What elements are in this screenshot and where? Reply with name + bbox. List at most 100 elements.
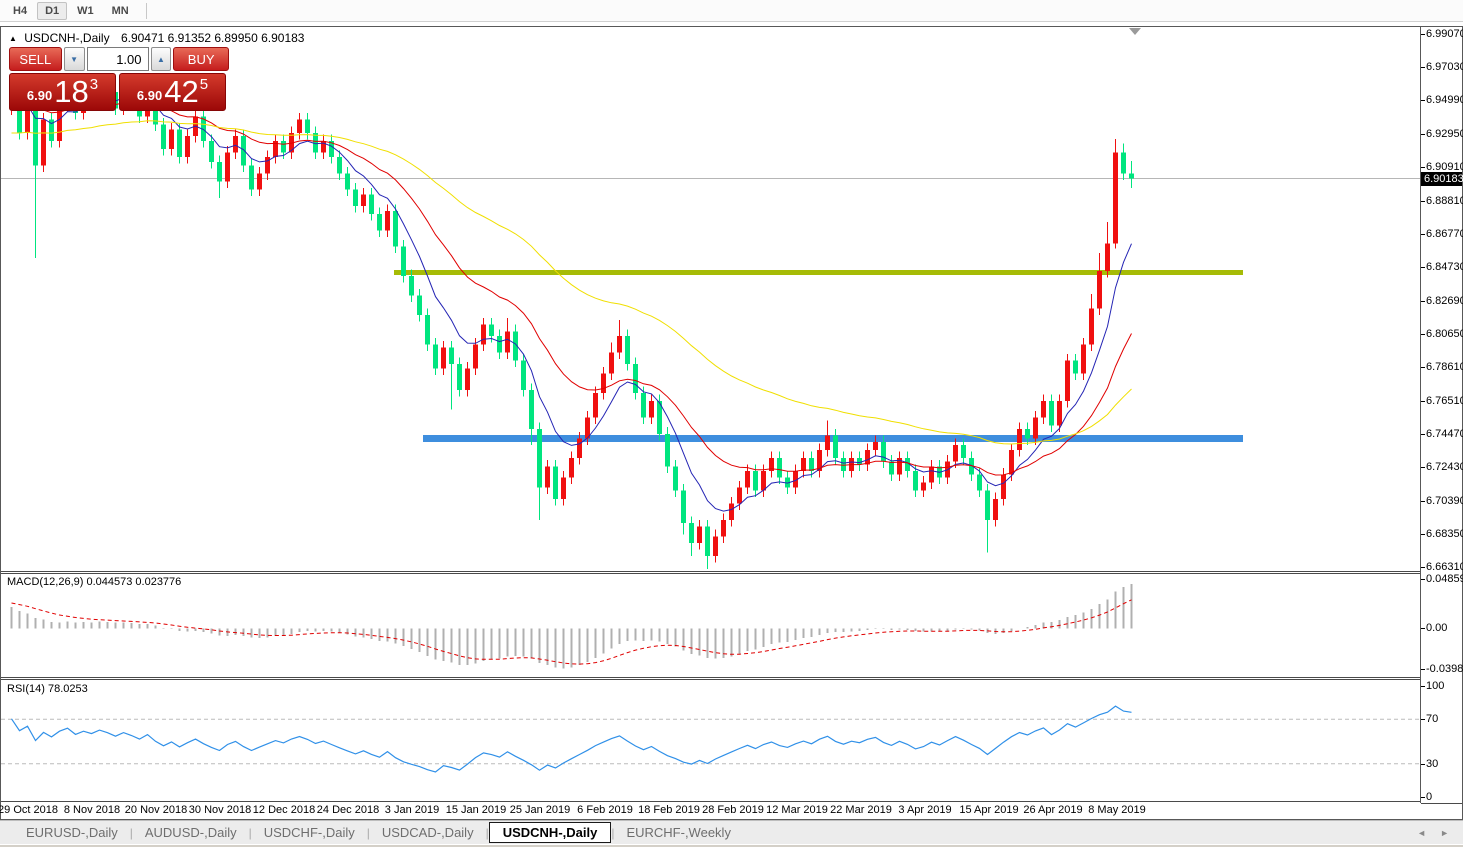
date-axis-label: 15 Jan 2019 [446,804,507,816]
price-axis-label: -0.039856 [1426,663,1463,675]
timeframe-button-h4[interactable]: H4 [5,2,35,20]
price-axis-label: 0.00 [1426,622,1447,634]
date-axis-label: 8 May 2019 [1088,804,1145,816]
axis-tick-mark [1421,401,1425,402]
date-axis-label: 22 Mar 2019 [830,804,892,816]
chart-shift-marker-icon[interactable] [1129,28,1141,35]
macd-indicator-pane[interactable] [1,574,1421,677]
price-axis[interactable]: 6.990706.970306.949906.929506.909106.888… [1420,27,1462,803]
axis-tick-mark [1421,567,1425,568]
price-axis-label: 30 [1426,758,1438,770]
collapse-chart-icon[interactable]: ▲ [9,34,17,43]
axis-tick-mark [1421,434,1425,435]
price-axis-label: 6.92950 [1426,128,1463,140]
tab-usdchf[interactable]: USDCHF-,Daily [252,823,367,842]
price-axis-label: 6.88810 [1426,195,1463,207]
one-click-trade-panel: SELL ▼ ▲ BUY 6.90 18 3 6.90 42 5 [9,47,229,111]
tab-scroll-arrows: ◄ ► [1417,828,1449,838]
price-axis-label: 6.76510 [1426,395,1463,407]
price-axis-label: 0 [1426,791,1432,803]
tab-eurusd[interactable]: EURUSD-,Daily [14,823,130,842]
timeframe-buttons: H4D1W1MN [4,2,138,20]
tab-eurchf[interactable]: EURCHF-,Weekly [614,823,743,842]
axis-tick-mark [1421,797,1425,798]
axis-tick-mark [1421,686,1425,687]
volume-decrease-button[interactable]: ▼ [64,47,85,71]
timeframe-button-d1[interactable]: D1 [37,2,67,20]
rsi-line [12,706,1132,772]
toolbar-separator [146,3,147,19]
sell-price-prefix: 6.90 [27,88,52,103]
price-axis-label: 6.84730 [1426,261,1463,273]
price-axis-label: 6.70390 [1426,495,1463,507]
price-axis-label: 6.66310 [1426,561,1463,573]
date-axis-label: 3 Apr 2019 [898,804,951,816]
price-axis-label: 6.97030 [1426,61,1463,73]
axis-tick-mark [1421,579,1425,580]
price-axis-label: 0.048594 [1426,573,1463,585]
axis-tick-mark [1421,628,1425,629]
axis-tick-mark [1421,100,1425,101]
chart-title: ▲ USDCNH-,Daily 6.90471 6.91352 6.89950 … [9,31,304,45]
date-axis-label: 26 Apr 2019 [1023,804,1082,816]
price-axis-label: 6.99070 [1426,28,1463,40]
price-axis-label: 6.94990 [1426,94,1463,106]
axis-tick-mark [1421,34,1425,35]
sell-price-big-digits: 18 [54,77,88,107]
level-line-resistance-olive [394,270,1243,275]
price-axis-label: 6.68350 [1426,528,1463,540]
volume-input[interactable] [87,47,149,71]
price-axis-label: 6.86770 [1426,228,1463,240]
current-price-tag: 6.90183 [1421,172,1462,186]
price-axis-label: 70 [1426,713,1438,725]
axis-tick-mark [1421,234,1425,235]
date-axis-label: 15 Apr 2019 [959,804,1018,816]
tab-audusd[interactable]: AUDUSD-,Daily [133,823,249,842]
tab-usdcad[interactable]: USDCAD-,Daily [370,823,486,842]
chart-window[interactable]: ▲ USDCNH-,Daily 6.90471 6.91352 6.89950 … [0,26,1463,820]
date-axis-label: 28 Feb 2019 [702,804,764,816]
sell-button[interactable]: SELL [9,47,62,71]
date-axis-label: 18 Feb 2019 [638,804,700,816]
sell-price-pip-digit: 3 [90,76,98,93]
date-axis-label: 24 Dec 2018 [317,804,379,816]
timeframe-button-mn[interactable]: MN [104,2,137,20]
ma-slow-line [12,121,1132,444]
tab-scroll-left-icon[interactable]: ◄ [1417,828,1426,838]
axis-tick-mark [1421,719,1425,720]
date-axis-label: 8 Nov 2018 [64,804,120,816]
tab-usdcnh[interactable]: USDCNH-,Daily [489,822,612,843]
axis-tick-mark [1421,367,1425,368]
axis-tick-mark [1421,334,1425,335]
price-axis-label: 6.72430 [1426,461,1463,473]
date-axis-label: 20 Nov 2018 [125,804,187,816]
axis-tick-mark [1421,134,1425,135]
date-axis-label: 25 Jan 2019 [510,804,571,816]
date-axis-label: 12 Mar 2019 [766,804,828,816]
axis-tick-mark [1421,267,1425,268]
volume-increase-button[interactable]: ▲ [151,47,172,71]
price-axis-label: 100 [1426,680,1444,692]
timeframe-button-w1[interactable]: W1 [69,2,102,20]
price-axis-label: 6.78610 [1426,361,1463,373]
axis-tick-mark [1421,67,1425,68]
tab-scroll-right-icon[interactable]: ► [1440,828,1449,838]
rsi-indicator-pane[interactable] [1,680,1421,801]
timeframe-toolbar: H4D1W1MN [0,0,1463,22]
sell-price-display[interactable]: 6.90 18 3 [9,73,116,111]
axis-tick-mark [1421,467,1425,468]
axis-tick-mark [1421,669,1425,670]
price-axis-label: 6.82690 [1426,295,1463,307]
buy-price-display[interactable]: 6.90 42 5 [119,73,226,111]
date-axis-label: 12 Dec 2018 [253,804,315,816]
date-axis[interactable]: 29 Oct 20188 Nov 201820 Nov 201830 Nov 2… [1,803,1421,819]
date-axis-label: 29 Oct 2018 [0,804,58,816]
chart-tab-bar: EURUSD-,Daily|AUDUSD-,Daily|USDCHF-,Dail… [0,820,1463,844]
axis-tick-mark [1421,534,1425,535]
axis-tick-mark [1421,501,1425,502]
price-axis-label: 6.74470 [1426,428,1463,440]
price-axis-label: 6.80650 [1426,328,1463,340]
bottom-window-strip [0,845,1463,859]
buy-button[interactable]: BUY [173,47,229,71]
date-axis-label: 3 Jan 2019 [385,804,439,816]
